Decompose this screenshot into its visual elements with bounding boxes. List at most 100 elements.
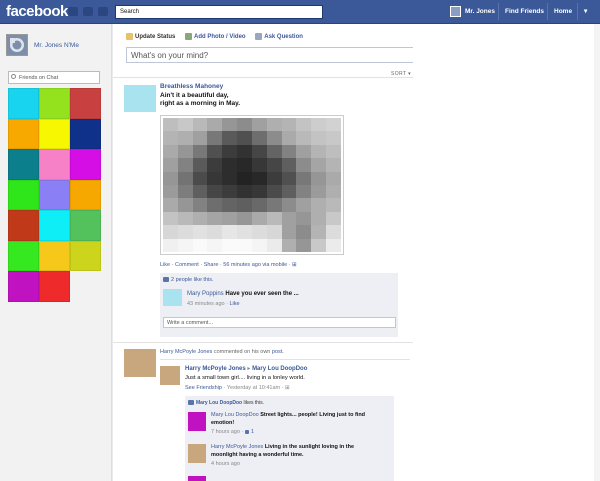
friend-tile[interactable] [70, 149, 101, 180]
author-avatar[interactable] [124, 349, 156, 377]
photo-pixel [266, 211, 282, 226]
photo-pixel [192, 158, 208, 172]
friend-requests-icon[interactable] [68, 7, 78, 16]
tab-add-photo[interactable]: Add Photo / Video [185, 33, 246, 40]
tab-ask-question[interactable]: Ask Question [255, 33, 303, 40]
search-input[interactable]: Search [115, 5, 323, 19]
commenter-avatar[interactable] [188, 412, 206, 431]
write-comment-input[interactable]: Write a comment... [163, 317, 396, 328]
friend-tile[interactable] [39, 271, 70, 302]
post-author[interactable]: Harry McPoyle Jones [185, 366, 246, 372]
friend-tile[interactable] [39, 240, 70, 271]
friend-tile[interactable] [70, 240, 101, 271]
likes-text: likes this. [243, 400, 265, 406]
photo-pixel [163, 238, 178, 252]
tab-label: Ask Question [264, 34, 303, 41]
photo-pixel [326, 184, 341, 199]
scrollbar[interactable] [594, 24, 600, 481]
comment-author[interactable]: Mary Poppins [187, 291, 224, 297]
thumbs-up-icon[interactable] [244, 429, 249, 434]
photo-pixel [311, 158, 327, 172]
likes-summary[interactable]: 2 people like this. [163, 277, 214, 283]
comment-author[interactable]: Harry McPoyle Jones [211, 444, 263, 450]
photo-pixel [281, 144, 297, 159]
profile-link[interactable]: Mr. Jones [444, 3, 501, 20]
story-actions[interactable]: Like · Comment · Share · 56 minutes ago … [160, 262, 297, 268]
photo-pixel [311, 144, 327, 159]
profile-name[interactable]: Mr. Jones N'Me [34, 42, 79, 49]
friend-tile[interactable] [70, 210, 101, 241]
post-text: Just a small town girl.... living in a l… [185, 375, 305, 381]
friend-tile[interactable] [8, 118, 39, 149]
tab-update-status[interactable]: Update Status [126, 33, 175, 40]
photo-pixel [163, 131, 178, 145]
friend-tile[interactable] [70, 118, 101, 149]
friend-tile[interactable] [39, 210, 70, 241]
comment-text: Have you ever seen the ... [225, 291, 299, 297]
home-link[interactable]: Home [547, 3, 578, 20]
account-menu-arrow[interactable]: ▾ [577, 3, 593, 20]
friends-chat-search[interactable]: Friends on Chat [8, 71, 100, 84]
author-avatar[interactable] [124, 85, 156, 112]
commenter-avatar[interactable] [163, 289, 182, 306]
photo-icon [185, 33, 193, 40]
friend-tile[interactable] [70, 179, 101, 210]
friend-tile[interactable] [39, 149, 70, 180]
divider [113, 342, 413, 343]
feedback-box [185, 396, 394, 481]
post-target[interactable]: Mary Lou DoopDoo [252, 366, 307, 372]
photo-pixel [296, 131, 312, 145]
friend-tile[interactable] [8, 149, 39, 180]
photo-pixel [251, 171, 267, 185]
messages-icon[interactable] [83, 7, 93, 16]
news-feed: Update Status Add Photo / Video Ask Ques… [113, 24, 444, 481]
photo-pixel [281, 225, 297, 239]
status-input[interactable]: What's on your mind? [126, 47, 444, 63]
facebook-logo[interactable]: facebook [6, 3, 68, 20]
photo-pixel [222, 225, 238, 239]
photo-pixel [266, 144, 282, 159]
comment-like-link[interactable]: Like [230, 301, 240, 307]
friend-tile[interactable] [39, 179, 70, 210]
photo-pixel [266, 238, 282, 252]
commenter-avatar[interactable] [188, 476, 206, 481]
story-photo[interactable] [160, 115, 344, 255]
friend-tile[interactable] [39, 88, 70, 119]
activity-text: commented on his own [213, 349, 271, 355]
photo-pixel [163, 144, 178, 159]
profile-avatar[interactable] [6, 34, 28, 56]
see-friendship-link[interactable]: See Friendship [185, 385, 222, 391]
friend-tile[interactable] [8, 179, 39, 210]
liker-name[interactable]: Mary Lou DoopDoo [196, 400, 242, 406]
post-author-avatar[interactable] [160, 366, 180, 385]
friend-tile[interactable] [8, 210, 39, 241]
find-friends-link[interactable]: Find Friends [498, 3, 550, 20]
friend-tile[interactable] [8, 88, 39, 119]
story-author[interactable]: Breathless Mahoney [160, 83, 223, 90]
activity-author[interactable]: Harry McPoyle Jones [160, 349, 212, 355]
friend-tile[interactable] [70, 88, 101, 119]
friend-tile[interactable] [39, 118, 70, 149]
photo-pixel [207, 158, 223, 172]
friend-tile[interactable] [8, 240, 39, 271]
photo-pixel [192, 184, 208, 199]
photo-pixel [311, 198, 327, 212]
friend-tiles-grid [8, 88, 101, 302]
photo-pixel [251, 184, 267, 199]
photo-pixel [207, 211, 223, 226]
photo-pixel [222, 238, 238, 252]
commenter-avatar[interactable] [188, 444, 206, 463]
friend-tile[interactable] [8, 271, 39, 302]
comment-author[interactable]: Mary Lou DoopDoo [211, 412, 259, 418]
photo-pixel [237, 184, 252, 199]
notifications-icon[interactable] [98, 7, 108, 16]
activity-post-link[interactable]: post. [272, 349, 284, 355]
comment-time: 43 minutes ago · [187, 301, 230, 307]
photo-pixel [281, 238, 297, 252]
activity-line: Harry McPoyle Jones commented on his own… [160, 349, 284, 355]
photo-pixel [296, 158, 312, 172]
photo-pixel [311, 211, 327, 226]
comment-like-count[interactable]: 1 [251, 429, 254, 435]
photo-pixel [326, 238, 341, 252]
photo-pixel [192, 238, 208, 252]
